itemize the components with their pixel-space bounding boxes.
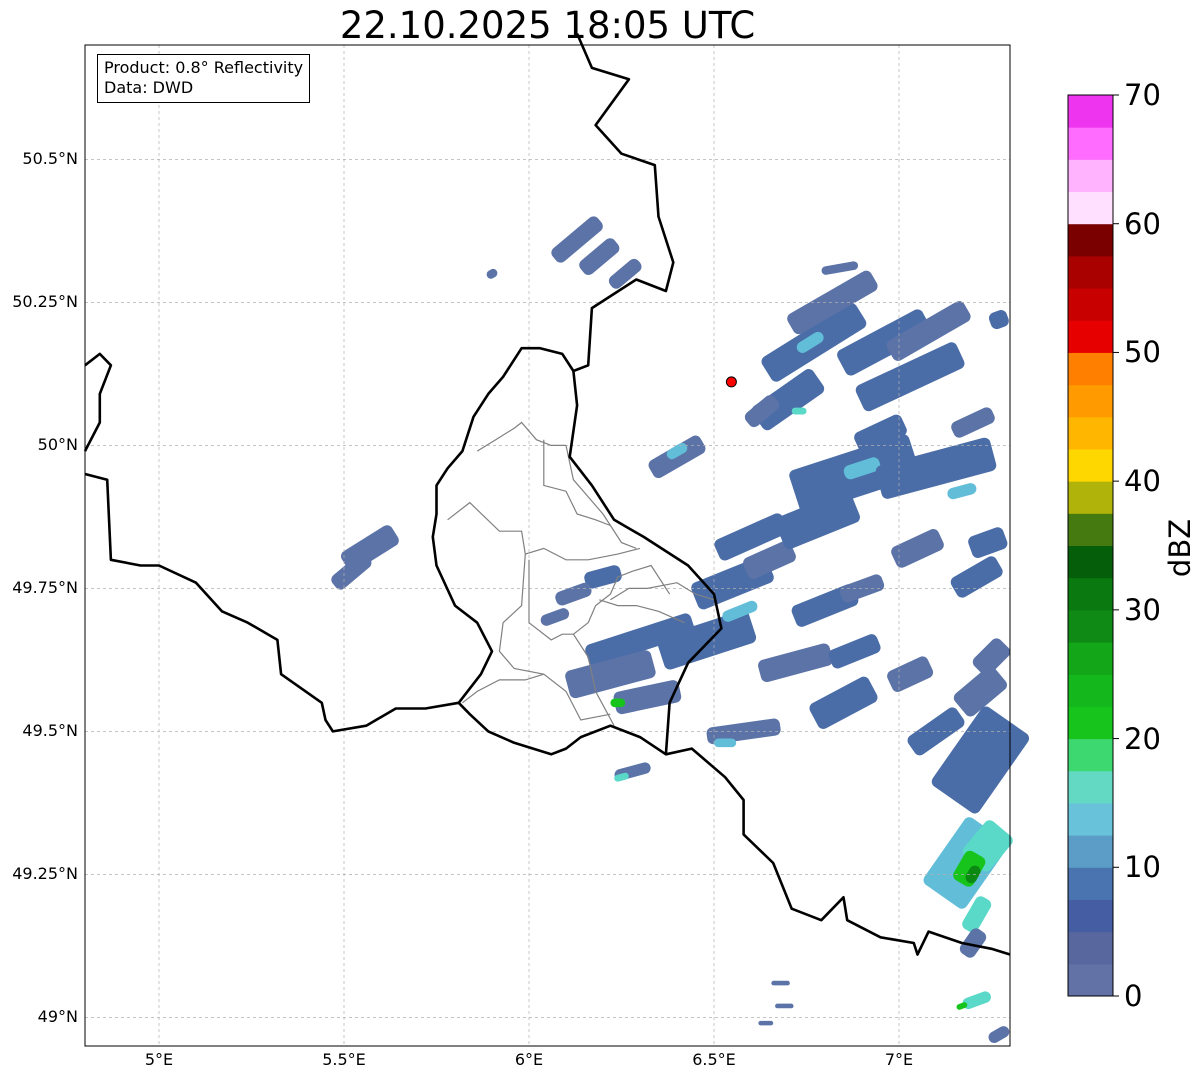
echo-cell <box>791 407 807 415</box>
colorbar-segment <box>1068 159 1113 193</box>
colorbar-segment <box>1068 867 1113 900</box>
colorbar-segment <box>1068 674 1113 707</box>
colorbar-segment <box>1068 609 1113 643</box>
colorbar-segment <box>1068 642 1113 675</box>
colorbar-segment <box>1068 191 1113 225</box>
colorbar-segment <box>1068 95 1113 128</box>
colorbar-tick-label: 70 <box>1124 78 1161 112</box>
colorbar-segment <box>1068 448 1113 482</box>
product-label: Product: 0.8° Reflectivity <box>104 58 304 77</box>
lat-tick-label: 49°N <box>37 1007 78 1027</box>
colorbar-segment <box>1068 255 1113 289</box>
lat-tick-label: 50.5°N <box>22 149 78 169</box>
colorbar-tick-label: 40 <box>1124 464 1161 499</box>
lon-tick-label: 5.5°E <box>322 1050 366 1069</box>
colorbar-segment <box>1068 738 1113 772</box>
colorbar-tick-label: 10 <box>1124 850 1161 885</box>
lat-tick-label: 49.5°N <box>22 721 78 741</box>
product-info-box: Product: 0.8° Reflectivity Data: DWD <box>97 54 311 103</box>
radar-station <box>725 376 737 388</box>
echo-cell <box>758 1020 774 1026</box>
lon-tick-label: 6.5°E <box>692 1050 736 1069</box>
data-source-label: Data: DWD <box>104 78 194 97</box>
colorbar-segment <box>1068 802 1113 836</box>
colorbar-segment <box>1068 352 1113 386</box>
lat-tick-label: 49.75°N <box>12 578 78 598</box>
colorbar-segment <box>1068 320 1113 353</box>
colorbar-segment <box>1068 706 1113 740</box>
lat-tick-label: 50.25°N <box>12 292 78 312</box>
colorbar <box>1067 94 1119 997</box>
colorbar-tick-label: 50 <box>1124 335 1161 370</box>
lat-tick-label: 49.25°N <box>12 864 78 884</box>
colorbar-segment <box>1068 577 1113 611</box>
lon-tick-label: 5°E <box>144 1050 174 1069</box>
colorbar-segment <box>1068 384 1113 418</box>
colorbar-tick-label: 20 <box>1124 721 1161 756</box>
colorbar-tick-label: 30 <box>1124 592 1161 627</box>
colorbar-segment <box>1068 963 1113 997</box>
colorbar-segment <box>1068 513 1113 546</box>
lat-tick-label: 50°N <box>37 435 78 455</box>
colorbar-segment <box>1068 545 1113 579</box>
echo-cell <box>714 738 737 748</box>
radar-map <box>83 33 1119 1047</box>
colorbar-segment <box>1068 481 1113 514</box>
radar-site-marker <box>725 376 737 388</box>
lon-tick-label: 6°E <box>514 1050 544 1069</box>
colorbar-unit-label: dBZ <box>1163 518 1197 578</box>
colorbar-segment <box>1068 899 1113 933</box>
echo-cell <box>610 698 626 708</box>
colorbar-segment <box>1068 127 1113 160</box>
colorbar-tick-label: 60 <box>1124 206 1161 241</box>
colorbar-segment <box>1068 223 1113 257</box>
lon-tick-label: 7°E <box>884 1050 914 1069</box>
colorbar-segment <box>1068 416 1113 450</box>
colorbar-segment <box>1068 931 1113 965</box>
echo-cell <box>775 1003 794 1009</box>
colorbar-segment <box>1068 288 1113 321</box>
echo-cell <box>771 980 790 986</box>
map-frame <box>85 45 1010 1046</box>
colorbar-tick-label: 0 <box>1124 979 1143 1013</box>
colorbar-segment <box>1068 835 1113 868</box>
colorbar-segment <box>1068 770 1113 804</box>
